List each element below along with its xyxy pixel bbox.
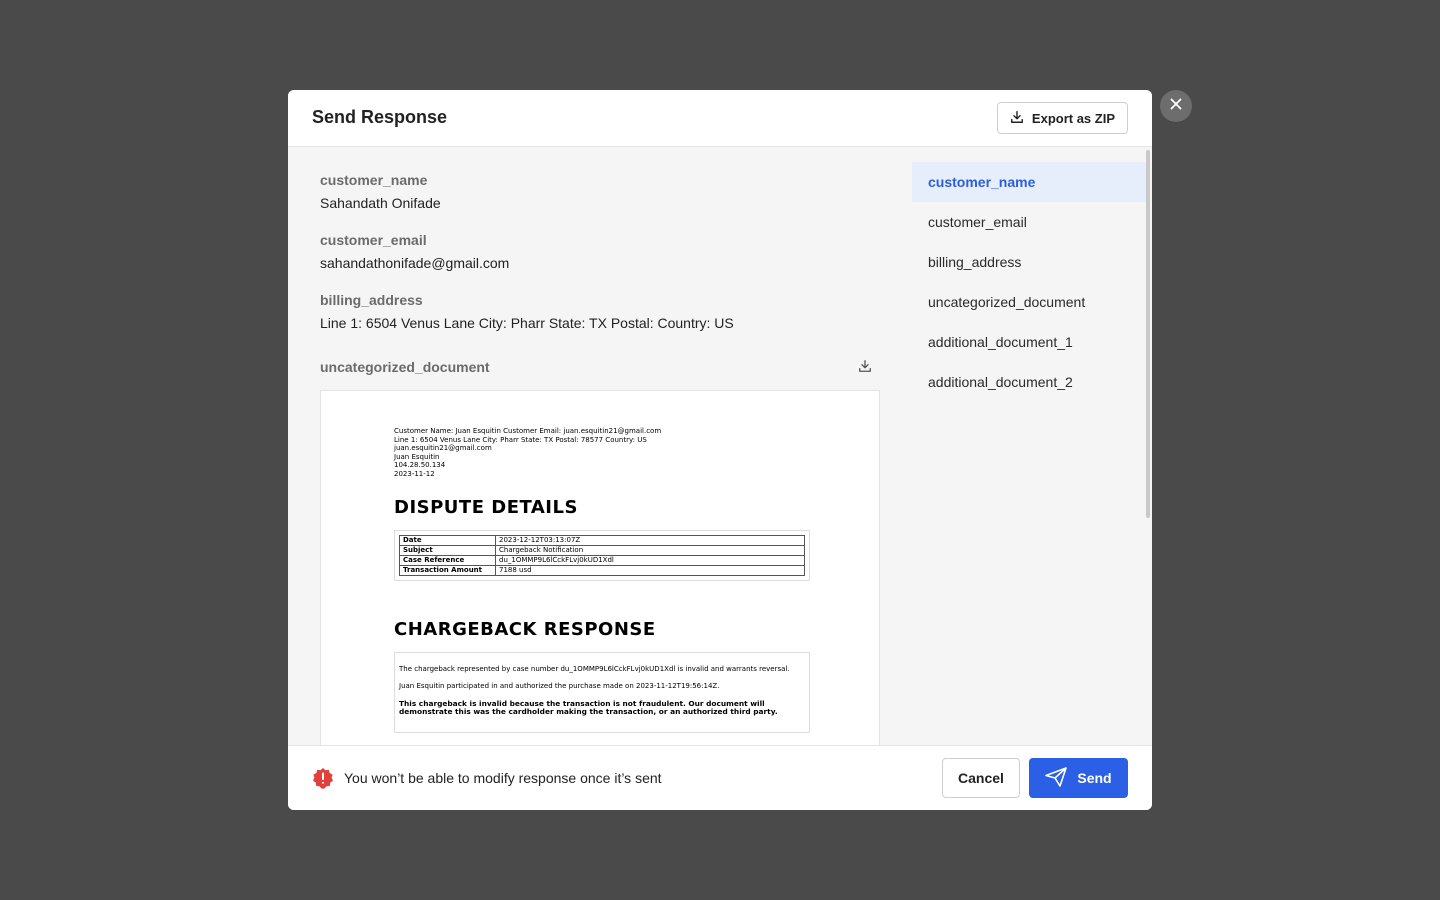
field-label: customer_email [320, 232, 427, 248]
field-customer-name: customer_name Sahandath Onifade [320, 172, 441, 211]
chargeback-heading: CHARGEBACK RESPONSE [394, 618, 656, 640]
close-icon [1170, 97, 1182, 115]
table-key: Case Reference [399, 554, 496, 566]
meta-line: Juan Esquitin [394, 452, 440, 461]
alert-badge-icon [312, 767, 334, 794]
close-button[interactable] [1160, 90, 1192, 122]
table-key: Date [399, 534, 496, 546]
field-label: billing_address [320, 292, 423, 308]
table-value: du_1OMMP9L6lCckFLvj0kUD1Xdl [495, 554, 805, 566]
export-zip-label: Export as ZIP [1031, 110, 1115, 126]
field-customer-email: customer_email sahandathonifade@gmail.co… [320, 232, 509, 271]
cancel-button[interactable]: Cancel [942, 758, 1020, 798]
table-value: Chargeback Notification [495, 544, 805, 556]
table-row: Subject Chargeback Notification [399, 544, 805, 556]
field-value: sahandathonifade@gmail.com [320, 255, 510, 271]
response-paragraph: Juan Esquitin participated in and author… [399, 682, 720, 691]
document-header: uncategorized_document [320, 359, 880, 379]
nav-item-uncategorized-document[interactable]: uncategorized_document [912, 282, 1148, 322]
chargeback-response-box: The chargeback represented by case numbe… [394, 651, 810, 733]
send-button[interactable]: Send [1029, 758, 1128, 798]
table-key: Transaction Amount [399, 564, 496, 576]
send-response-modal: Send Response Export as ZIP customer_nam… [288, 90, 1152, 810]
nav-item-customer-name[interactable]: customer_name [912, 162, 1148, 202]
response-paragraph: The chargeback represented by case numbe… [399, 664, 790, 673]
table-row: Case Reference du_1OMMP9L6lCckFLvj0kUD1X… [399, 554, 805, 566]
document-label: uncategorized_document [320, 359, 490, 375]
meta-line: 104.28.50.134 [394, 461, 446, 470]
scrollbar[interactable] [1146, 150, 1150, 518]
response-paragraph: This chargeback is invalid because the t… [399, 698, 778, 717]
warning-message: You won’t be able to modify response onc… [344, 770, 662, 786]
download-icon[interactable] [858, 359, 872, 378]
modal-header: Send Response Export as ZIP [288, 90, 1152, 147]
field-value: Line 1: 6504 Venus Lane City: Pharr Stat… [320, 315, 734, 331]
meta-line: Line 1: 6504 Venus Lane City: Pharr Stat… [394, 435, 647, 444]
paper-plane-icon [1045, 766, 1068, 790]
meta-line: 2023-11-12 [394, 469, 435, 478]
send-label: Send [1077, 770, 1112, 786]
dispute-heading: DISPUTE DETAILS [394, 496, 578, 518]
nav-item-customer-email[interactable]: customer_email [912, 202, 1148, 242]
document-preview: Customer Name: Juan Esquitin Customer Em… [320, 390, 880, 745]
download-icon [1010, 110, 1024, 127]
table-row: Date 2023-12-12T03:13:07Z [399, 534, 805, 546]
nav-item-additional-document-2[interactable]: additional_document_2 [912, 362, 1148, 402]
table-key: Subject [399, 544, 496, 556]
meta-line: juan.esquitin21@gmail.com [394, 444, 492, 453]
modal-footer: You won’t be able to modify response onc… [288, 745, 1152, 810]
document-page: Customer Name: Juan Esquitin Customer Em… [394, 427, 814, 733]
modal-body: customer_name Sahandath Onifade customer… [288, 147, 1152, 745]
export-zip-button[interactable]: Export as ZIP [996, 102, 1128, 134]
table-row: Transaction Amount 7188 usd [399, 564, 805, 576]
table-value: 2023-12-12T03:13:07Z [495, 534, 805, 546]
nav-item-billing-address[interactable]: billing_address [912, 242, 1148, 282]
modal-title: Send Response [312, 107, 448, 127]
table-value: 7188 usd [495, 564, 805, 576]
field-label: customer_name [320, 172, 428, 188]
document-meta: Customer Name: Juan Esquitin Customer Em… [394, 427, 814, 479]
section-nav: customer_name customer_email billing_add… [912, 162, 1148, 402]
field-billing-address: billing_address Line 1: 6504 Venus Lane … [320, 292, 880, 331]
field-value: Sahandath Onifade [320, 195, 441, 211]
nav-item-additional-document-1[interactable]: additional_document_1 [912, 322, 1148, 362]
dispute-table: Date 2023-12-12T03:13:07Z Subject Charge… [394, 529, 810, 581]
meta-line: Customer Name: Juan Esquitin Customer Em… [394, 427, 662, 435]
